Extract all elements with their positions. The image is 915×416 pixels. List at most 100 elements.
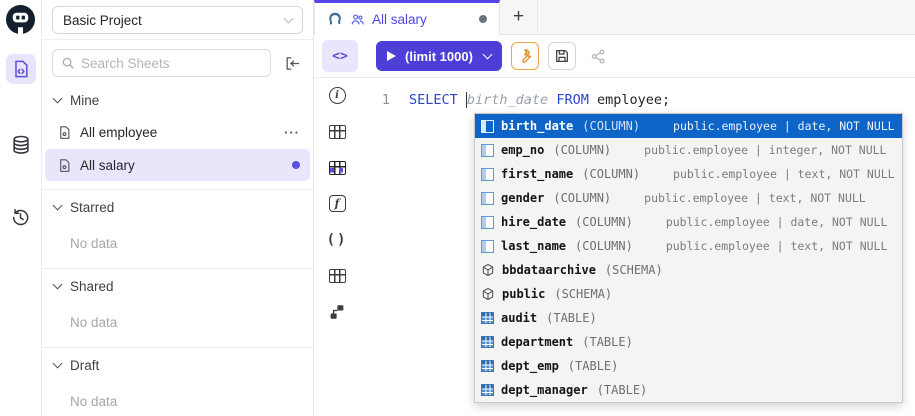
suggestion-row[interactable]: first_name (COLUMN) public.employee | te… (475, 162, 902, 186)
suggestion-name: public (502, 287, 545, 301)
section-mine: Mine All employee ··· (42, 83, 313, 181)
save-sheet-button[interactable] (548, 42, 576, 70)
database-icon (10, 134, 32, 156)
suggestion-detail: public.employee | text, NOT NULL (666, 239, 888, 253)
info-panel-button[interactable]: i (328, 86, 347, 105)
section-header-shared[interactable]: Shared (42, 271, 313, 301)
suggestion-row[interactable]: hire_date (COLUMN) public.employee | dat… (475, 210, 902, 234)
suggestion-kind: (COLUMN) (575, 239, 633, 253)
sheet-file-icon (57, 158, 72, 173)
save-floppy-icon (554, 48, 570, 64)
procedures-panel-button[interactable]: () (328, 230, 347, 249)
sql-identifier: employee; (597, 92, 670, 108)
tables-panel-button[interactable] (328, 122, 347, 141)
chevron-down-icon (53, 280, 63, 290)
empty-state-text: No data (42, 384, 313, 416)
column-icon (481, 240, 494, 253)
rail-item-sheets[interactable] (6, 54, 36, 84)
postgresql-icon (327, 11, 343, 27)
rail-item-databases[interactable] (6, 130, 36, 160)
table-icon (481, 360, 494, 372)
section-header-mine[interactable]: Mine (42, 85, 313, 115)
external-tables-panel-button[interactable] (328, 266, 347, 285)
tab-label: All salary (372, 12, 472, 27)
rail-item-history[interactable] (6, 202, 36, 232)
column-icon (481, 120, 494, 133)
project-selector[interactable]: Basic Project (52, 6, 303, 34)
suggestion-row[interactable]: bbdataarchive (SCHEMA) (475, 258, 902, 282)
tab-all-salary[interactable]: All salary (314, 0, 500, 35)
table-icon (481, 384, 494, 396)
empty-state-text: No data (42, 305, 313, 339)
suggestion-row[interactable]: last_name (COLUMN) public.employee | tex… (475, 234, 902, 258)
collapse-sidebar-button[interactable] (279, 50, 305, 76)
code-text: SELECT birth_date FROM employee; (390, 90, 670, 110)
code-panel-toggle-button[interactable]: <> (322, 40, 358, 72)
play-icon (387, 51, 396, 61)
column-icon (481, 144, 494, 157)
suggestion-kind: (COLUMN) (582, 119, 640, 133)
sidebar-header: Basic Project (42, 0, 313, 40)
share-sheet-button[interactable] (585, 42, 613, 70)
suggestion-row[interactable]: department (TABLE) (475, 330, 902, 354)
tab-unsaved-dot (479, 15, 487, 23)
chevron-down-icon (53, 94, 63, 104)
suggestion-kind: (COLUMN) (553, 191, 611, 205)
suggestion-kind: (SCHEMA) (605, 263, 663, 277)
suggestion-row[interactable]: audit (TABLE) (475, 306, 902, 330)
suggestion-kind: (COLUMN) (575, 215, 633, 229)
autocomplete-popup: birth_date (COLUMN) public.employee | da… (474, 113, 903, 403)
table-grid-icon (329, 269, 346, 283)
history-clock-icon (10, 207, 31, 228)
section-header-starred[interactable]: Starred (42, 192, 313, 222)
suggestion-detail: public.employee | date, NOT NULL (666, 215, 888, 229)
new-tab-button[interactable]: + (500, 0, 538, 34)
tab-bar: All salary + (314, 0, 915, 35)
functions-panel-button[interactable]: f (328, 194, 347, 213)
sample-data-panel-button[interactable] (328, 158, 347, 177)
info-icon: i (329, 87, 346, 104)
sheet-file-icon (57, 125, 72, 140)
suggestion-row[interactable]: gender (COLUMN) public.employee | text, … (475, 186, 902, 210)
sidebar-search-row (42, 40, 313, 81)
suggestion-kind: (SCHEMA) (554, 287, 612, 301)
column-icon (481, 216, 494, 229)
wrench-icon (517, 48, 533, 64)
section-shared: Shared No data (42, 268, 313, 339)
chevron-down-icon (53, 359, 63, 369)
sheet-code-icon (11, 59, 31, 79)
format-sql-button[interactable] (511, 42, 539, 70)
column-icon (481, 168, 494, 181)
table-icon (481, 312, 494, 324)
more-actions-icon[interactable]: ··· (284, 125, 300, 140)
schema-cube-icon (481, 263, 495, 277)
section-header-draft[interactable]: Draft (42, 350, 313, 380)
line-number: 1 (360, 90, 390, 110)
function-icon: f (329, 195, 346, 212)
sql-editor-app: Basic Project (0, 0, 915, 416)
search-box[interactable] (52, 49, 271, 77)
suggestion-row[interactable]: birth_date (COLUMN) public.employee | da… (475, 114, 902, 138)
schema-diagram-icon (328, 303, 346, 321)
section-draft: Draft No data (42, 347, 313, 416)
suggestion-kind: (COLUMN) (553, 143, 611, 157)
run-query-button[interactable]: (limit 1000) (376, 41, 502, 71)
column-icon (481, 192, 494, 205)
suggestion-name: emp_no (501, 143, 544, 157)
code-line-1: 1 SELECT birth_date FROM employee; (360, 90, 915, 110)
search-sheets-input[interactable] (81, 56, 262, 71)
suggestion-name: dept_emp (501, 359, 559, 373)
sheet-item-all-employee[interactable]: All employee ··· (45, 116, 310, 148)
sheet-item-label: All employee (80, 125, 276, 140)
suggestion-row[interactable]: emp_no (COLUMN) public.employee | intege… (475, 138, 902, 162)
sql-keyword: FROM (548, 92, 597, 108)
suggestion-row[interactable]: dept_emp (TABLE) (475, 354, 902, 378)
suggestion-detail: public.employee | integer, NOT NULL (644, 143, 886, 157)
highlighted-table-icon (329, 161, 346, 175)
table-icon (481, 336, 494, 348)
suggestion-row[interactable]: dept_manager (TABLE) (475, 378, 902, 402)
sheet-item-all-salary[interactable]: All salary (45, 149, 310, 181)
schema-diagram-button[interactable] (328, 302, 347, 321)
section-label: Starred (70, 200, 114, 215)
suggestion-row[interactable]: public (SCHEMA) (475, 282, 902, 306)
